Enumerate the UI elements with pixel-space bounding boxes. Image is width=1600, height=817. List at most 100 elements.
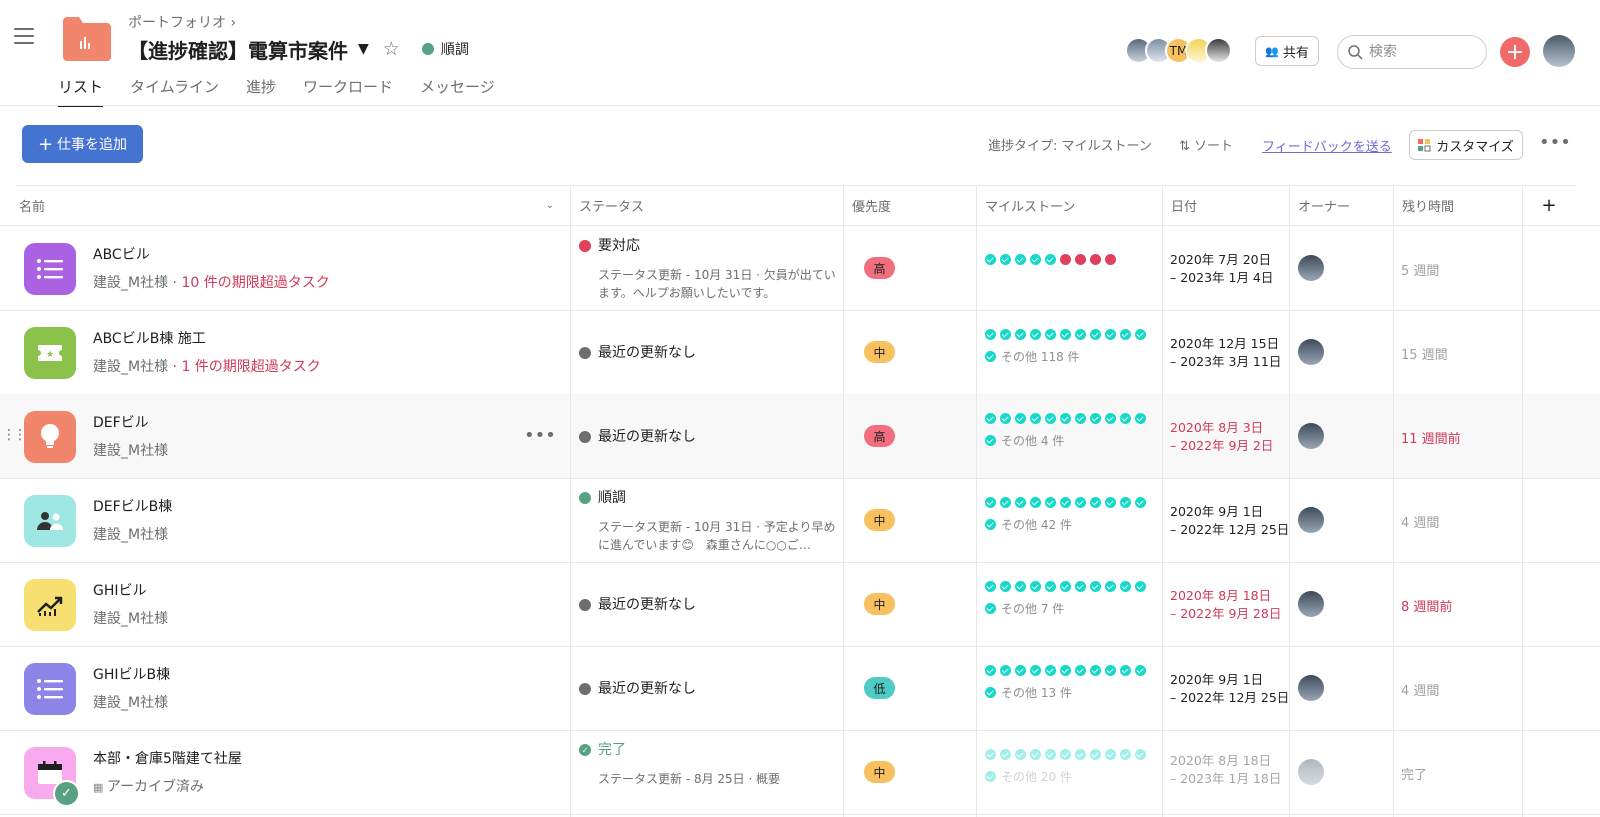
milestone-dot[interactable] (1075, 413, 1086, 424)
column-header-priority[interactable]: 優先度 (843, 185, 976, 225)
progress-type-selector[interactable]: 進捗タイプ: マイルストーン (988, 135, 1152, 154)
milestone-dot[interactable] (1060, 665, 1071, 676)
milestone-dots[interactable] (985, 329, 1150, 340)
owner-avatar[interactable] (1298, 507, 1324, 533)
status-label[interactable]: 完了 (598, 739, 626, 759)
project-name[interactable]: ABCビルB棟 施工 (93, 328, 206, 348)
milestone-dot[interactable] (1105, 497, 1116, 508)
milestone-dot[interactable] (1000, 254, 1011, 265)
milestone-dot[interactable] (1000, 329, 1011, 340)
star-icon[interactable]: ☆ (383, 38, 400, 60)
milestone-dot[interactable] (1000, 581, 1011, 592)
milestone-dot[interactable] (1120, 413, 1131, 424)
milestone-dot[interactable] (1075, 329, 1086, 340)
column-header-remaining[interactable]: 残り時間 (1393, 185, 1522, 225)
milestone-dot[interactable] (1045, 581, 1056, 592)
milestone-dot[interactable] (1090, 749, 1101, 760)
milestone-dot[interactable] (1075, 497, 1086, 508)
milestone-dot[interactable] (1045, 665, 1056, 676)
owner-avatar[interactable] (1298, 675, 1324, 701)
milestone-dot[interactable] (1015, 413, 1026, 424)
milestone-dot[interactable] (1000, 413, 1011, 424)
tab-messages[interactable]: メッセージ (420, 76, 495, 107)
milestone-more[interactable]: その他 20 件 (985, 768, 1072, 785)
column-header-date[interactable]: 日付 (1162, 185, 1289, 225)
milestone-dot[interactable] (1000, 749, 1011, 760)
milestone-dot[interactable] (1015, 665, 1026, 676)
milestone-dot[interactable] (1120, 581, 1131, 592)
milestone-dot[interactable] (1000, 665, 1011, 676)
owner-avatar[interactable] (1298, 759, 1324, 785)
milestone-dot[interactable] (985, 329, 996, 340)
milestone-dot[interactable] (1120, 497, 1131, 508)
milestone-dot[interactable] (1015, 329, 1026, 340)
overdue-tasks[interactable]: · 1 件の期限超過タスク (168, 359, 321, 375)
milestone-dot[interactable] (1075, 749, 1086, 760)
milestone-dots[interactable] (985, 581, 1150, 592)
priority-badge[interactable]: 高 (864, 257, 895, 279)
priority-badge[interactable]: 中 (864, 341, 895, 363)
customize-button[interactable]: カスタマイズ (1409, 130, 1523, 160)
column-header-owner[interactable]: オーナー (1289, 185, 1393, 225)
milestone-dot[interactable] (1105, 329, 1116, 340)
milestone-dot[interactable] (1105, 665, 1116, 676)
status-label[interactable]: 最近の更新なし (598, 342, 696, 362)
milestone-dot[interactable] (1090, 413, 1101, 424)
milestone-dot[interactable] (1090, 581, 1101, 592)
hamburger-menu-icon[interactable] (14, 28, 34, 44)
date-range[interactable]: 2020年 7月 20日 – 2023年 1月 4日 (1170, 251, 1273, 287)
milestone-dot[interactable] (985, 497, 996, 508)
add-column-button[interactable]: + (1522, 185, 1576, 225)
date-range[interactable]: 2020年 8月 3日 – 2022年 9月 2日 (1170, 419, 1273, 455)
milestone-dot[interactable] (1090, 254, 1101, 265)
milestone-dots[interactable] (985, 254, 1120, 265)
milestone-dot[interactable] (985, 413, 996, 424)
status-update-text[interactable]: ステータス更新 - 8月 25日 · 概要 (598, 770, 836, 806)
date-range[interactable]: 2020年 9月 1日 – 2022年 12月 25日 (1170, 671, 1289, 707)
milestone-dot[interactable] (1060, 329, 1071, 340)
table-row[interactable]: ✓ 本部・倉庫5階建て社屋 ▦ アーカイブ済み ✓ 完了 ステータス更新 - 8月 25日… (0, 730, 1600, 815)
quick-add-button[interactable]: + (1500, 37, 1530, 67)
date-range[interactable]: 2020年 8月 18日 – 2022年 9月 28日 (1170, 587, 1281, 623)
owner-avatar[interactable] (1298, 339, 1324, 365)
milestone-dots[interactable] (985, 413, 1150, 424)
milestone-more[interactable]: その他 42 件 (985, 516, 1072, 533)
project-name[interactable]: ABCビル (93, 244, 150, 264)
milestone-dots[interactable] (985, 665, 1150, 676)
status-label[interactable]: 最近の更新なし (598, 594, 696, 614)
tab-list[interactable]: リスト (58, 76, 104, 107)
milestone-dot[interactable] (1030, 749, 1041, 760)
milestone-dot[interactable] (1135, 329, 1146, 340)
milestone-more[interactable]: その他 118 件 (985, 348, 1080, 365)
milestone-dot[interactable] (1030, 413, 1041, 424)
milestone-more[interactable]: その他 13 件 (985, 684, 1072, 701)
status-update-text[interactable]: ステータス更新 - 10月 31日 · 予定より早めに進んでいます😊 森重さんに… (598, 518, 836, 554)
milestone-dot[interactable] (1060, 497, 1071, 508)
current-user-avatar[interactable] (1543, 35, 1575, 67)
table-row[interactable]: ABCビル 建設_M社様 · 10 件の期限超過タスク 要対応 ステータス更新 - 1… (0, 226, 1600, 311)
add-work-button[interactable]: + 仕事を追加 (22, 125, 143, 163)
milestone-dot[interactable] (1075, 665, 1086, 676)
milestone-dot[interactable] (1135, 413, 1146, 424)
milestone-dot[interactable] (1135, 497, 1146, 508)
milestone-dot[interactable] (1045, 254, 1056, 265)
milestone-dot[interactable] (1000, 497, 1011, 508)
table-row[interactable]: GHIビル 建設_M社様 最近の更新なし 中 その他 7 件 2020年 8月 18日 –… (0, 562, 1600, 647)
column-header-milestones[interactable]: マイルストーン (976, 185, 1162, 225)
status-label[interactable]: 最近の更新なし (598, 678, 696, 698)
milestone-dots[interactable] (985, 749, 1150, 760)
milestone-dot[interactable] (1045, 413, 1056, 424)
milestone-dot[interactable] (1135, 665, 1146, 676)
milestone-dot[interactable] (1090, 497, 1101, 508)
drag-handle-icon[interactable]: ⋮⋮ (2, 427, 27, 443)
avatar[interactable] (1205, 37, 1232, 64)
status-label[interactable]: 最近の更新なし (598, 426, 696, 446)
milestone-more[interactable]: その他 4 件 (985, 432, 1064, 449)
breadcrumb[interactable]: ポートフォリオ › (128, 12, 236, 32)
milestone-dot[interactable] (1030, 581, 1041, 592)
owner-avatar[interactable] (1298, 591, 1324, 617)
date-range[interactable]: 2020年 12月 15日 – 2023年 3月 11日 (1170, 335, 1281, 371)
milestone-dot[interactable] (985, 749, 996, 760)
search-box[interactable] (1337, 35, 1487, 69)
row-more-icon[interactable]: ••• (524, 425, 556, 446)
